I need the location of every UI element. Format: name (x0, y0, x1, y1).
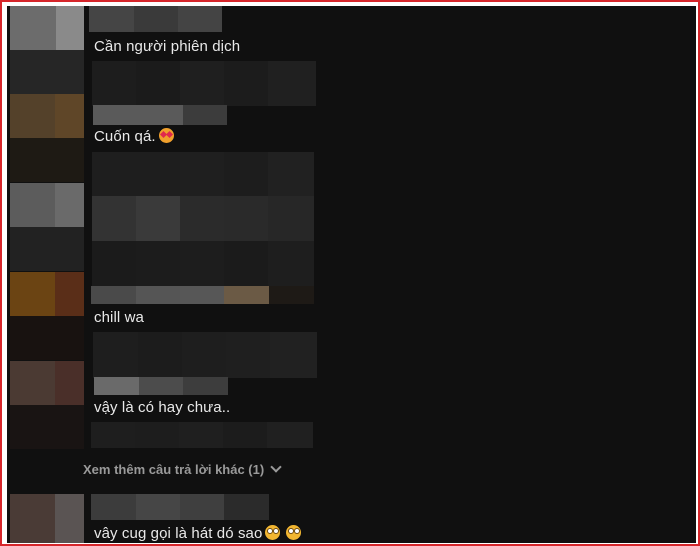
comment-text: vậy là có hay chưa.. (94, 399, 230, 417)
screenshot-frame: Cần người phiên dịch Cuốn qá. chill wa v… (0, 0, 700, 546)
comment-text-value: vây cug gọi là hát dó sao (94, 525, 263, 542)
face-with-rolling-eyes-icon (265, 525, 281, 540)
chevron-down-icon (270, 461, 282, 473)
comment-text-value: vậy là có hay chưa.. (94, 399, 231, 416)
comment-text-value: Cần người phiên dịch (94, 38, 241, 55)
comment-text-value: chill wa (94, 309, 144, 326)
comment-text-value: Cuốn qá. (94, 128, 156, 145)
face-with-rolling-eyes-icon (286, 525, 302, 540)
comment-text: Cuốn qá. (94, 128, 174, 146)
see-more-replies-button[interactable]: Xem thêm câu trả lời khác (1) (83, 461, 282, 477)
smiling-face-with-hearts-icon (158, 128, 174, 143)
see-more-label: Xem thêm câu trả lời khác (1) (83, 462, 265, 477)
comment-text: chill wa (94, 309, 144, 327)
comment-thread: Cần người phiên dịch Cuốn qá. chill wa v… (7, 6, 696, 543)
comment-text: vây cug gọi là hát dó sao (94, 525, 302, 543)
comment-text: Cần người phiên dịch (94, 38, 240, 56)
